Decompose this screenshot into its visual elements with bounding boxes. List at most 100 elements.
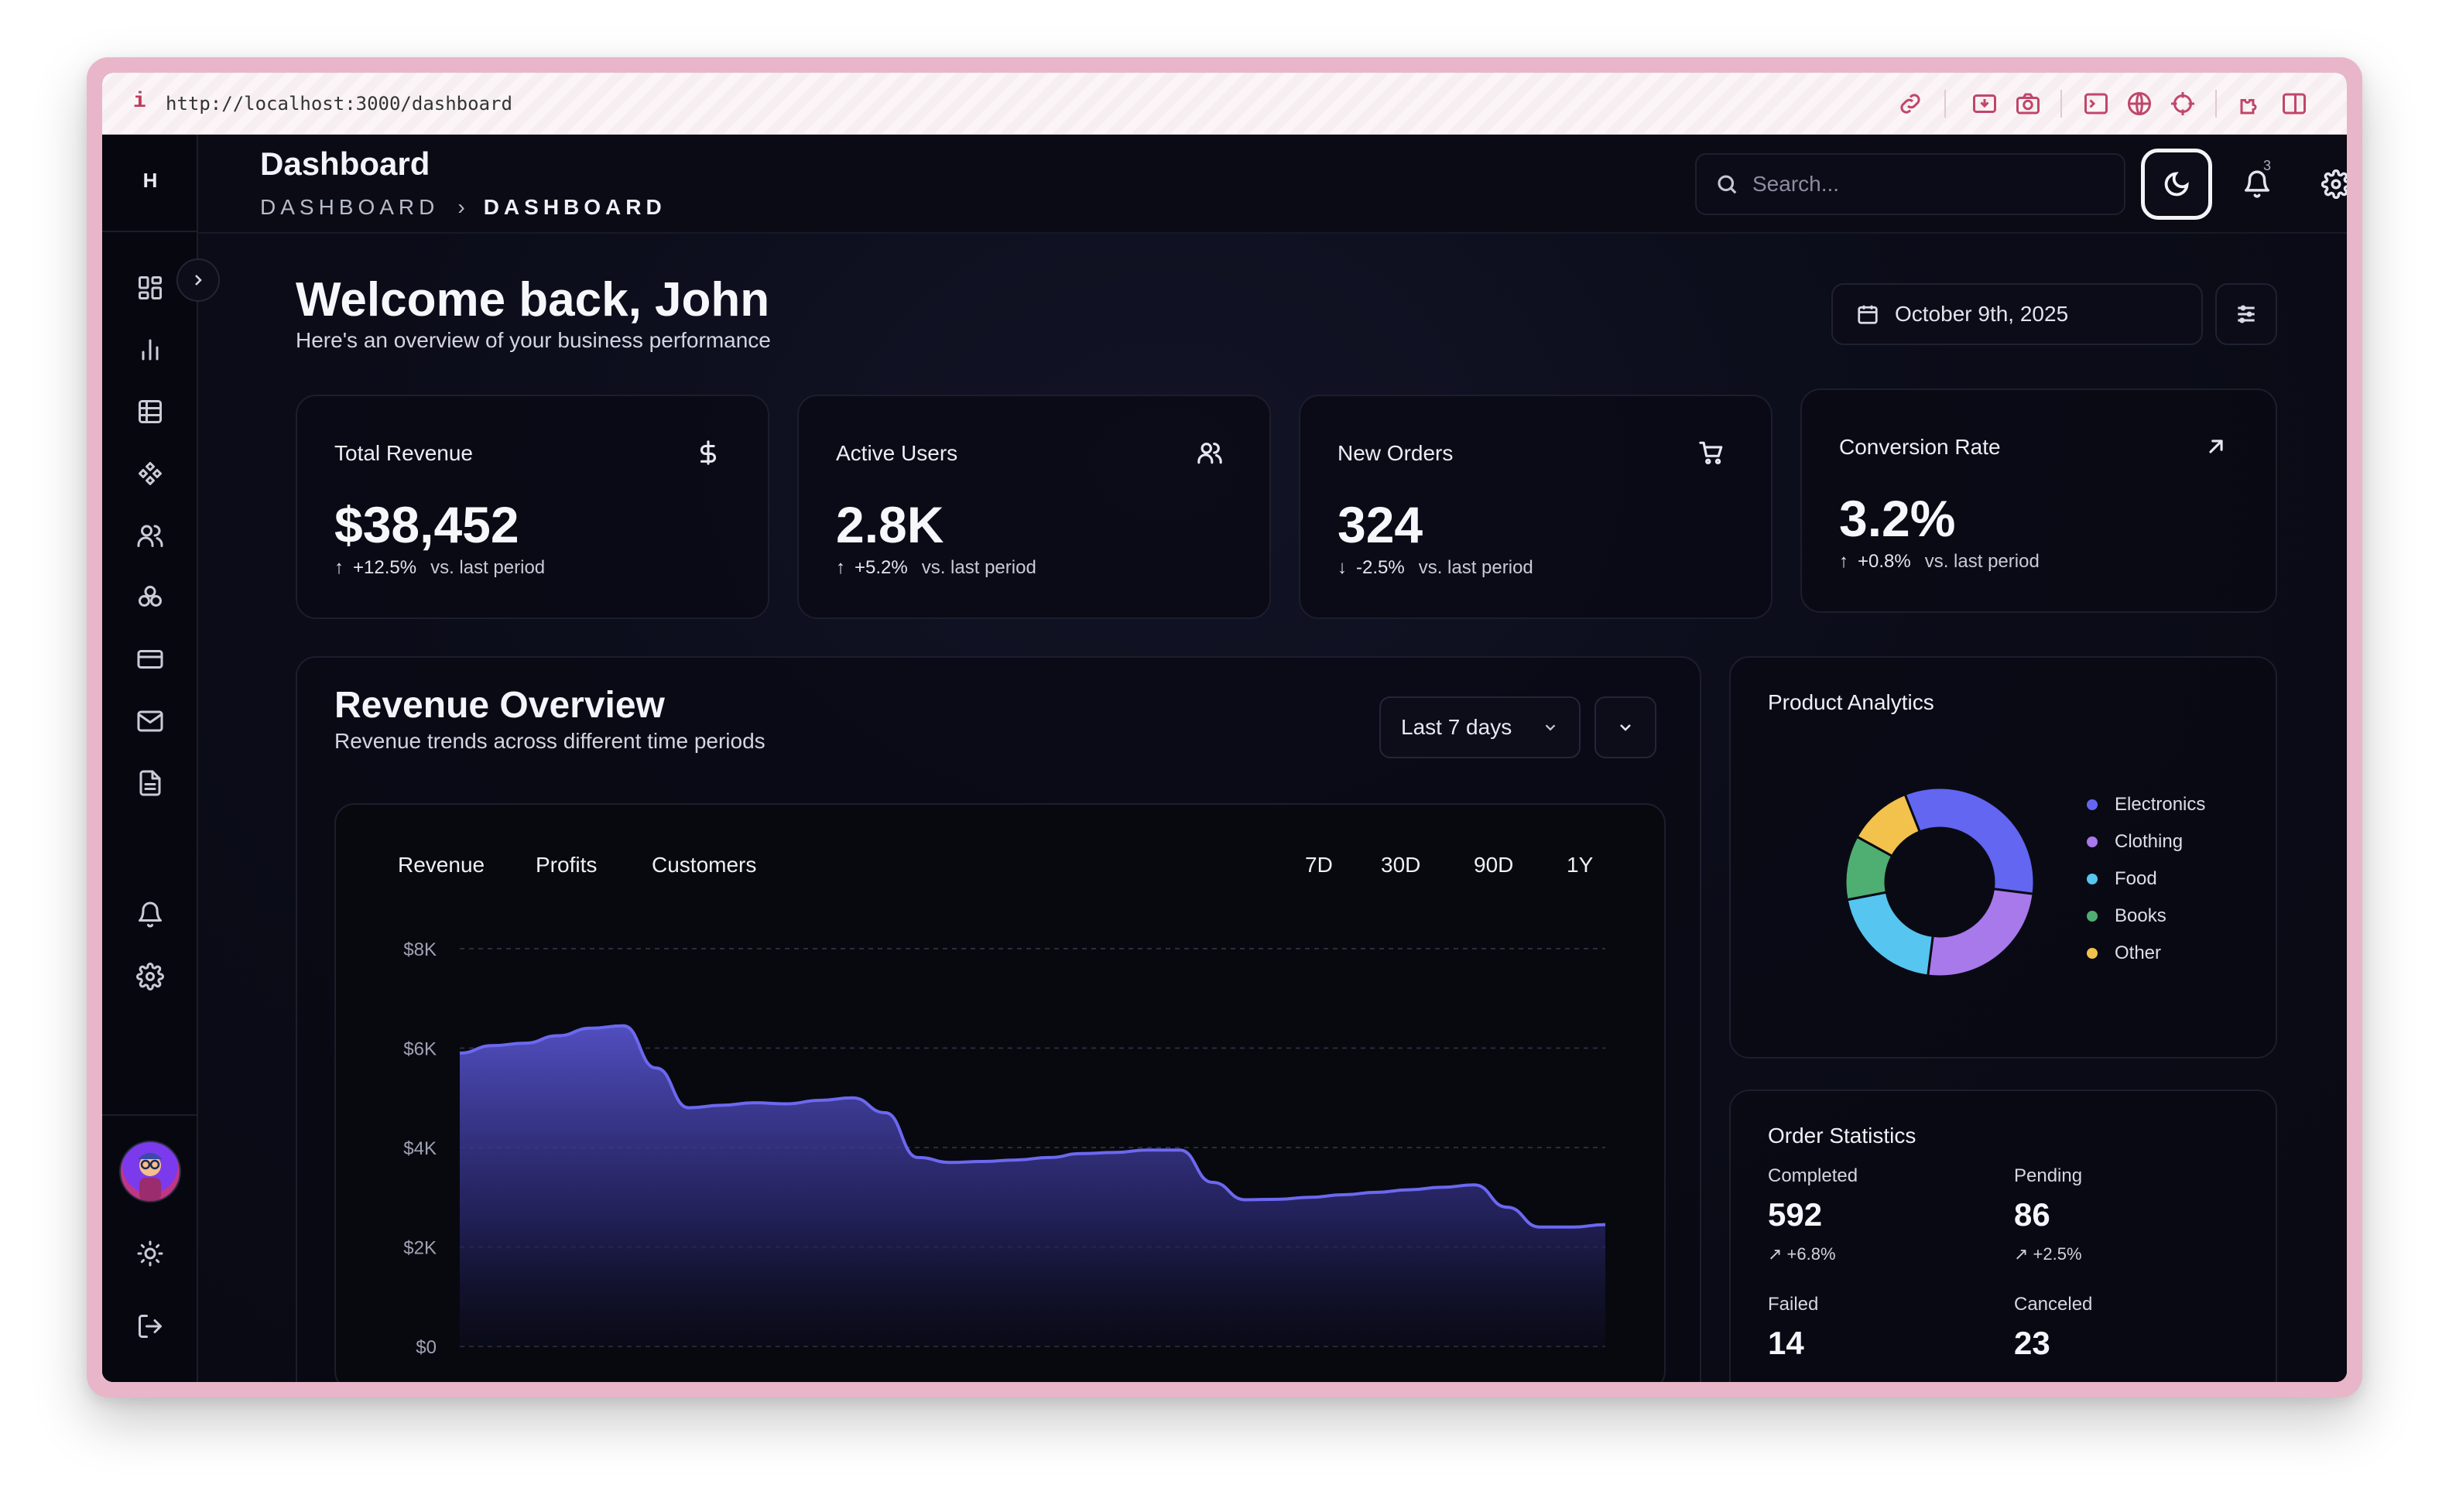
nav-notifications[interactable] [133, 898, 167, 932]
url-text[interactable]: http://localhost:3000/dashboard [166, 93, 512, 115]
users-icon [1197, 440, 1223, 466]
nav-settings[interactable] [133, 960, 167, 994]
main-content: Welcome back, John Here's an overview of… [198, 234, 2347, 1382]
nav-mail[interactable] [133, 704, 167, 738]
stat-card-users[interactable]: Active Users 2.8K ↑ +5.2% vs. last perio… [797, 395, 1271, 619]
settings-button[interactable] [2310, 158, 2347, 210]
legend-dot [2087, 911, 2098, 922]
order-stat-label: Failed [1768, 1294, 1819, 1315]
order-stat-label: Completed [1768, 1165, 1858, 1186]
download-icon[interactable] [1971, 90, 1999, 118]
legend-item: Clothing [2087, 831, 2183, 853]
legend-dot [2087, 836, 2098, 847]
theme-toggle-button[interactable] [2141, 149, 2212, 220]
stat-delta-caption: vs. last period [1924, 551, 2040, 572]
stat-card-revenue[interactable]: Total Revenue $38,452 ↑ +12.5% vs. last … [296, 395, 769, 619]
order-stat-delta: ↗ +2.5% [2014, 1244, 2082, 1264]
brand-logo[interactable]: H [102, 169, 198, 193]
toolbar-divider [1944, 90, 1946, 118]
donut-slice[interactable] [1845, 891, 1934, 977]
order-stat-completed: Completed 592 ↗ +6.8% [1768, 1165, 1858, 1264]
search-box[interactable] [1695, 153, 2125, 215]
donut-slice[interactable] [1927, 888, 2035, 978]
avatar[interactable] [119, 1141, 181, 1202]
sidebar-toggle-icon[interactable] [2280, 90, 2308, 118]
theme-light-toggle[interactable] [133, 1237, 167, 1271]
bar-chart-icon [142, 339, 159, 361]
stat-delta-value: +12.5% [353, 557, 417, 578]
stat-delta: ↑ +0.8% vs. last period [1839, 551, 2040, 573]
range-select-value: Last 7 days [1401, 715, 1512, 739]
expand-button[interactable] [1594, 696, 1656, 758]
components-icon [139, 462, 162, 485]
order-stat-canceled: Canceled 23 [2014, 1294, 2092, 1362]
order-statistics-title: Order Statistics [1768, 1124, 1916, 1148]
order-stat-value: 14 [1768, 1325, 1804, 1361]
breadcrumb: DASHBOARD › DASHBOARD [260, 195, 666, 220]
welcome-subtitle: Here's an overview of your business perf… [296, 328, 771, 352]
sidebar-expand-button[interactable] [176, 258, 220, 302]
stat-delta-value: +5.2% [855, 557, 908, 578]
filter-button[interactable] [2215, 283, 2277, 345]
arrow-up-icon: ↑ [836, 557, 845, 578]
sidebar: H [102, 135, 198, 1382]
legend-item: Food [2087, 868, 2157, 890]
camera-icon[interactable] [2014, 90, 2042, 118]
chevron-down-icon [1545, 724, 1556, 731]
arrow-up-icon: ↑ [334, 557, 344, 578]
link-icon[interactable] [1896, 90, 1924, 118]
nav-users[interactable] [133, 518, 167, 552]
table-icon [139, 400, 162, 423]
stat-card-orders[interactable]: New Orders 324 ↓ -2.5% vs. last period [1299, 395, 1773, 619]
legend-label: Books [2115, 905, 2166, 926]
logout-icon [139, 1315, 162, 1338]
mail-icon [137, 710, 163, 732]
legend-label: Other [2115, 942, 2162, 963]
nav-tables[interactable] [133, 395, 167, 429]
order-stat-failed: Failed 14 [1768, 1294, 1818, 1362]
order-stat-value: 23 [2014, 1325, 2050, 1361]
app: H Dashboard DASHBOARD › DASHBOARD Search… [102, 135, 2347, 1382]
crosshair-icon[interactable] [2169, 90, 2197, 118]
sidebar-divider [102, 1114, 198, 1116]
arrow-up-right-icon [2203, 433, 2229, 460]
sidebar-divider [102, 231, 198, 232]
stat-value: 2.8K [836, 496, 944, 553]
product-analytics-card: Product Analytics Electronics Clothing F… [1729, 656, 2277, 1059]
revenue-overview-card: Revenue Overview Revenue trends across d… [296, 656, 1701, 1382]
stat-value: $38,452 [334, 496, 519, 553]
nav-documents[interactable] [133, 766, 167, 800]
stat-card-conversion[interactable]: Conversion Rate 3.2% ↑ +0.8% vs. last pe… [1800, 388, 2277, 613]
terminal-icon[interactable] [2082, 90, 2110, 118]
breadcrumb-separator: › [457, 195, 465, 219]
revenue-overview-title: Revenue Overview [334, 685, 665, 726]
site-info-icon[interactable]: i [133, 90, 146, 114]
y-tick-label: $6K [403, 1039, 437, 1060]
date-picker[interactable]: October 9th, 2025 [1831, 283, 2203, 345]
y-tick-label: $8K [403, 939, 437, 960]
gear-icon [2321, 169, 2347, 199]
welcome-title: Welcome back, John [296, 273, 770, 327]
revenue-area [460, 1025, 1605, 1346]
product-donut-chart [1844, 786, 2036, 978]
search-input[interactable] [1752, 172, 2093, 197]
breadcrumb-item[interactable]: DASHBOARD [260, 195, 439, 220]
notifications-button[interactable]: 3 [2231, 158, 2283, 210]
chevron-down-icon [1620, 724, 1631, 731]
stat-delta-value: -2.5% [1356, 557, 1405, 578]
credit-card-icon [137, 650, 163, 669]
nav-integrations[interactable] [133, 580, 167, 614]
nav-components[interactable] [133, 457, 167, 491]
range-select[interactable]: Last 7 days [1379, 696, 1581, 758]
donut-slice[interactable] [1903, 786, 2036, 895]
nav-billing[interactable] [133, 642, 167, 676]
order-stat-value: 86 [2014, 1196, 2050, 1233]
globe-icon[interactable] [2125, 90, 2153, 118]
nav-dashboard[interactable] [133, 271, 167, 305]
gear-icon [136, 963, 164, 990]
search-icon [1718, 175, 1737, 194]
nav-analytics[interactable] [133, 333, 167, 367]
extension-icon[interactable] [2237, 90, 2265, 118]
y-tick-label: $0 [416, 1337, 437, 1358]
logout-button[interactable] [133, 1309, 167, 1343]
